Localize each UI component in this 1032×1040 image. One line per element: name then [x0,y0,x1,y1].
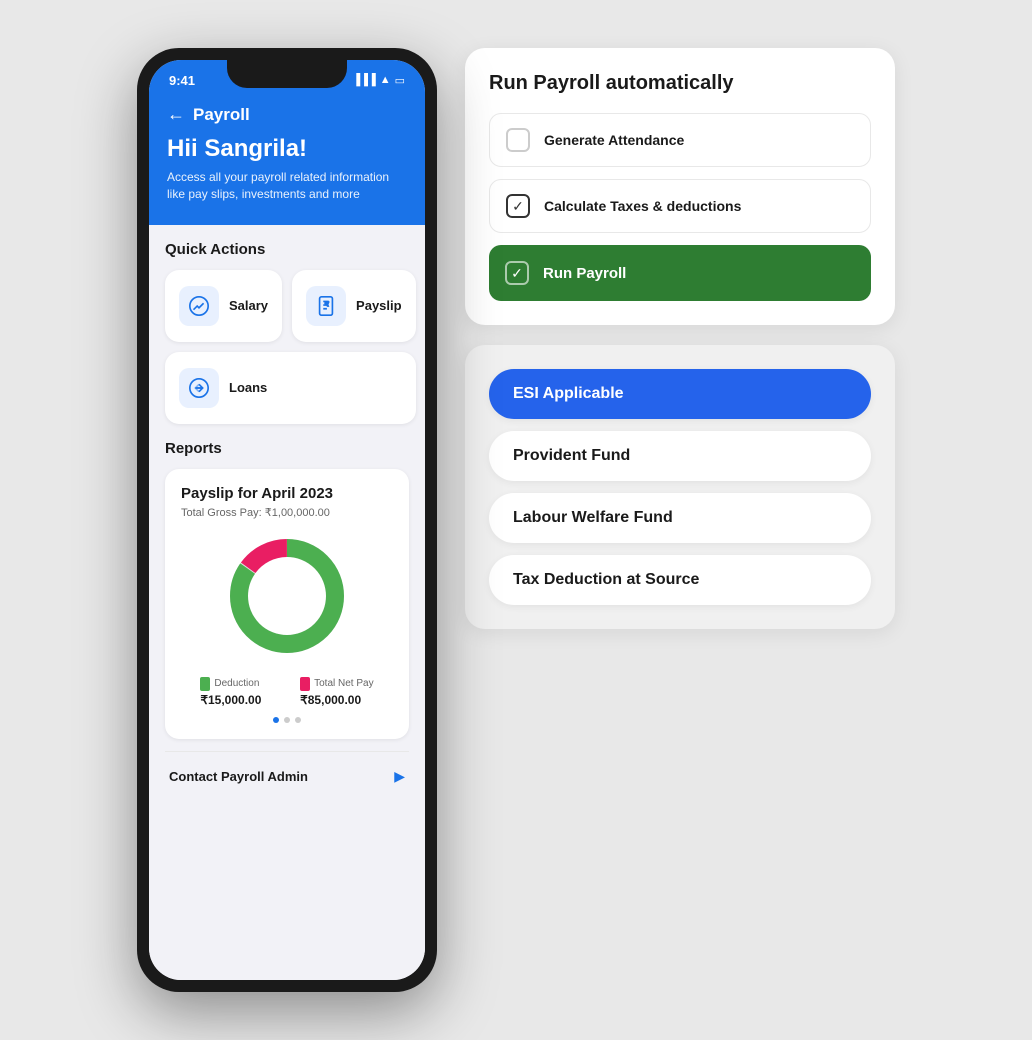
phone-nav: ← Payroll [167,104,407,125]
nav-title: Payroll [193,105,250,125]
run-payroll-label: Run Payroll [543,265,626,282]
contact-admin-label: Contact Payroll Admin [169,769,308,784]
phone-notch [227,60,347,88]
payslip-report-title: Payslip for April 2023 [181,485,393,502]
salary-label: Salary [229,298,268,313]
payslip-label: Payslip [356,298,402,313]
run-payroll-checkbox-icon: ✓ [505,261,529,285]
attendance-checkbox[interactable] [506,128,530,152]
phone-screen: 9:41 ▐▐▐ ▲ ▭ ← Payroll Hii Sangrila! Acc… [149,60,425,980]
lwf-item[interactable]: Labour Welfare Fund [489,493,871,543]
deduction-value: ₹15,000.00 [200,693,261,707]
donut-chart-container [181,531,393,661]
payslip-card[interactable]: ₹ Payslip [292,270,416,342]
pagination-dots [181,717,393,723]
reports-title: Reports [165,440,409,457]
back-button[interactable]: ← [167,104,185,125]
greeting-text: Hii Sangrila! [167,135,407,163]
deduction-list: ESI Applicable Provident Fund Labour Wel… [489,369,871,605]
net-pay-dot [300,677,310,691]
payslip-report-card: Payslip for April 2023 Total Gross Pay: … [165,469,409,739]
dot-2 [284,717,290,723]
donut-chart [222,531,352,661]
esi-item[interactable]: ESI Applicable [489,369,871,419]
salary-card[interactable]: Salary [165,270,282,342]
deductions-card: ESI Applicable Provident Fund Labour Wel… [465,345,895,629]
attendance-label: Generate Attendance [544,132,684,148]
signal-icon: ▐▐▐ [352,74,375,86]
phone-body: Quick Actions Salary [149,225,425,980]
loans-icon [179,368,219,408]
run-check-icon: ✓ [511,265,523,282]
net-pay-legend: Total Net Pay ₹85,000.00 [300,677,373,707]
quick-actions-title: Quick Actions [165,241,409,258]
run-payroll-title: Run Payroll automatically [489,72,871,95]
dot-3 [295,717,301,723]
tds-item[interactable]: Tax Deduction at Source [489,555,871,605]
salary-icon [179,286,219,326]
svg-text:₹: ₹ [325,301,329,308]
calculate-taxes-item[interactable]: ✓ Calculate Taxes & deductions [489,179,871,233]
loans-label: Loans [229,380,267,395]
net-pay-value: ₹85,000.00 [300,693,373,707]
payslip-icon: ₹ [306,286,346,326]
pf-item[interactable]: Provident Fund [489,431,871,481]
status-time: 9:41 [169,73,195,88]
taxes-label: Calculate Taxes & deductions [544,198,741,214]
phone-mockup: 9:41 ▐▐▐ ▲ ▭ ← Payroll Hii Sangrila! Acc… [137,48,437,992]
check-icon: ✓ [512,199,524,213]
phone-header: ← Payroll Hii Sangrila! Access all your … [149,96,425,225]
wifi-icon: ▲ [380,74,391,86]
quick-actions-grid: Salary ₹ Payslip [165,270,409,424]
chevron-right-icon: ▶ [394,768,405,785]
dot-1 [273,717,279,723]
deduction-legend: Deduction ₹15,000.00 [200,677,261,707]
greeting-subtitle: Access all your payroll related informat… [167,169,407,203]
generate-attendance-item[interactable]: Generate Attendance [489,113,871,167]
taxes-checkbox[interactable]: ✓ [506,194,530,218]
payslip-gross: Total Gross Pay: ₹1,00,000.00 [181,506,393,519]
reports-section: Reports Payslip for April 2023 Total Gro… [165,440,409,739]
run-payroll-button[interactable]: ✓ Run Payroll [489,245,871,301]
contact-admin-row[interactable]: Contact Payroll Admin ▶ [165,751,409,801]
run-payroll-card: Run Payroll automatically Generate Atten… [465,48,895,325]
status-icons: ▐▐▐ ▲ ▭ [352,74,405,87]
loans-card[interactable]: Loans [165,352,416,424]
payslip-legend: Deduction ₹15,000.00 Total Net Pay ₹85,0… [181,677,393,707]
battery-icon: ▭ [395,74,405,87]
deduction-dot [200,677,210,691]
right-panel: Run Payroll automatically Generate Atten… [465,48,895,629]
